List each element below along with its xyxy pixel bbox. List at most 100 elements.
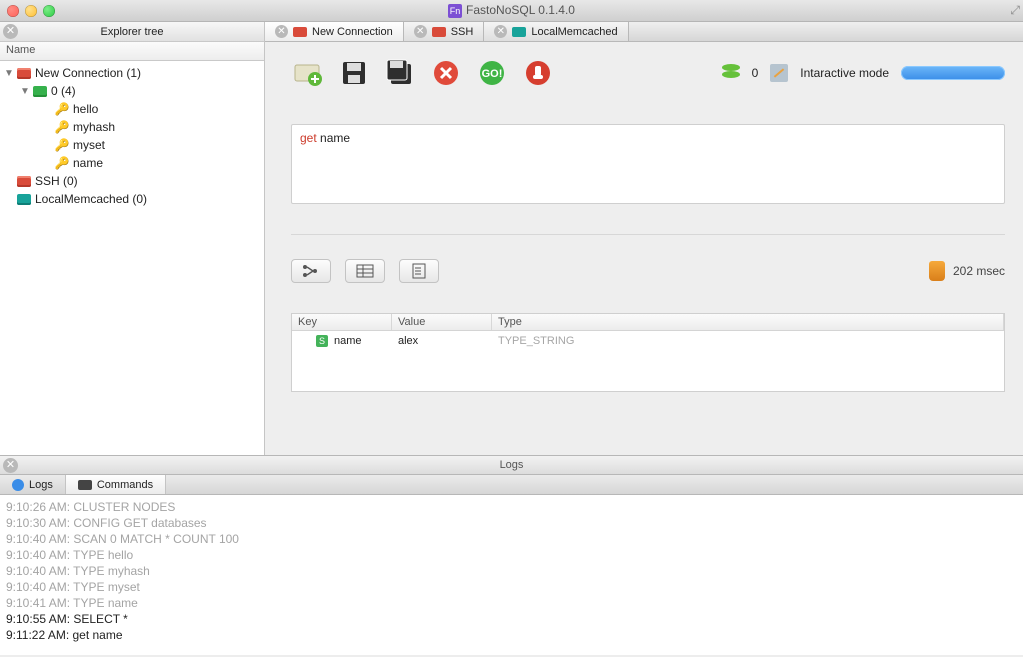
save-all-button[interactable]	[383, 56, 417, 90]
mode-label: Intaractive mode	[800, 66, 889, 80]
tree-label: name	[73, 156, 103, 170]
header-key[interactable]: Key	[292, 314, 392, 330]
log-line[interactable]: 9:10:40 AM: TYPE myhash	[6, 563, 1017, 579]
logs-title: Logs	[500, 459, 524, 471]
log-line[interactable]: 9:11:22 AM: get name	[6, 627, 1017, 643]
open-file-button[interactable]	[291, 56, 325, 90]
cell-value: alex	[392, 334, 492, 348]
record-count: 0	[752, 66, 759, 80]
tab-logs[interactable]: Logs	[0, 475, 66, 494]
tab-label: SSH	[451, 26, 474, 38]
query-argument: name	[320, 131, 350, 145]
logs-header: ✕ Logs	[0, 455, 1023, 475]
database-icon	[722, 64, 740, 82]
key-icon: 🔑	[54, 137, 70, 153]
window-resize-icon: ⤢	[1010, 3, 1020, 18]
disclosure-icon[interactable]: ▼	[4, 68, 14, 79]
tab-close-icon[interactable]: ✕	[275, 25, 288, 38]
header-type[interactable]: Type	[492, 314, 1004, 330]
logs-body[interactable]: 9:10:26 AM: CLUSTER NODES9:10:30 AM: CON…	[0, 495, 1023, 655]
svg-text:GO!: GO!	[482, 68, 503, 80]
tab-label: Commands	[97, 479, 153, 491]
tab-new-connection[interactable]: ✕ New Connection	[265, 22, 404, 41]
stop-button[interactable]	[521, 56, 555, 90]
text-view-button[interactable]	[399, 259, 439, 283]
log-line[interactable]: 9:10:40 AM: SCAN 0 MATCH * COUNT 100	[6, 531, 1017, 547]
tab-close-icon[interactable]: ✕	[494, 25, 507, 38]
explorer-tree: ▼ New Connection (1) ▼ 0 (4) 🔑 hello 🔑 m…	[0, 61, 264, 455]
cell-key: name	[334, 335, 362, 347]
tab-ssh[interactable]: ✕ SSH	[404, 22, 485, 41]
info-icon	[12, 479, 24, 491]
query-toolbar: GO! 0 Intaractive mode	[291, 56, 1005, 90]
execution-time: 202 msec	[953, 264, 1005, 278]
save-button[interactable]	[337, 56, 371, 90]
tree-node-connection[interactable]: LocalMemcached (0)	[0, 190, 264, 208]
window-titlebar: Fn FastoNoSQL 0.1.4.0 ⤢	[0, 0, 1023, 22]
explorer-column-header[interactable]: Name	[0, 42, 264, 61]
query-input[interactable]: get name	[291, 124, 1005, 204]
redis-icon	[17, 176, 31, 187]
tree-node-key[interactable]: 🔑 myset	[0, 136, 264, 154]
log-line[interactable]: 9:10:40 AM: TYPE hello	[6, 547, 1017, 563]
cancel-button[interactable]	[429, 56, 463, 90]
table-header: Key Value Type	[292, 314, 1004, 331]
log-line[interactable]: 9:10:41 AM: TYPE name	[6, 595, 1017, 611]
explorer-close-button[interactable]: ✕	[3, 24, 18, 39]
redis-icon	[293, 27, 307, 37]
tree-node-db[interactable]: ▼ 0 (4)	[0, 82, 264, 100]
tree-node-key[interactable]: 🔑 hello	[0, 100, 264, 118]
logs-tabbar: Logs Commands	[0, 475, 1023, 495]
redis-icon	[432, 27, 446, 37]
tab-close-icon[interactable]: ✕	[414, 25, 427, 38]
result-toolbar: 202 msec	[291, 259, 1005, 283]
separator	[291, 234, 1005, 235]
cell-type: TYPE_STRING	[492, 334, 1004, 348]
query-keyword: get	[300, 131, 317, 145]
memcached-icon	[17, 194, 31, 205]
timer-icon	[929, 261, 945, 281]
table-row[interactable]: Sname alex TYPE_STRING	[292, 331, 1004, 351]
tree-node-key[interactable]: 🔑 myhash	[0, 118, 264, 136]
app-icon: Fn	[448, 4, 462, 18]
database-icon	[33, 86, 47, 97]
main-panel: ✕ New Connection ✕ SSH ✕ LocalMemcached	[265, 22, 1023, 455]
header-value[interactable]: Value	[392, 314, 492, 330]
explorer-panel: ✕ Explorer tree Name ▼ New Connection (1…	[0, 22, 265, 455]
key-icon: 🔑	[54, 119, 70, 135]
log-line[interactable]: 9:10:26 AM: CLUSTER NODES	[6, 499, 1017, 515]
string-type-icon: S	[316, 335, 328, 347]
key-icon: 🔑	[54, 155, 70, 171]
tree-node-connection[interactable]: SSH (0)	[0, 172, 264, 190]
terminal-icon	[78, 480, 92, 490]
tree-view-button[interactable]	[291, 259, 331, 283]
tree-node-connection[interactable]: ▼ New Connection (1)	[0, 64, 264, 82]
execute-button[interactable]: GO!	[475, 56, 509, 90]
table-view-button[interactable]	[345, 259, 385, 283]
connection-tabbar: ✕ New Connection ✕ SSH ✕ LocalMemcached	[265, 22, 1023, 42]
window-title: FastoNoSQL 0.1.4.0	[466, 3, 575, 17]
tree-label: SSH (0)	[35, 174, 78, 188]
tab-commands[interactable]: Commands	[66, 475, 166, 494]
disclosure-icon[interactable]: ▼	[20, 86, 30, 97]
explorer-header: ✕ Explorer tree	[0, 22, 264, 42]
tab-label: LocalMemcached	[531, 26, 617, 38]
log-line[interactable]: 9:10:30 AM: CONFIG GET databases	[6, 515, 1017, 531]
tree-label: myhash	[73, 120, 115, 134]
edit-icon	[770, 64, 788, 82]
explorer-title: Explorer tree	[101, 26, 164, 38]
tree-label: hello	[73, 102, 98, 116]
tree-label: 0 (4)	[51, 84, 76, 98]
tree-label: myset	[73, 138, 105, 152]
logs-close-button[interactable]: ✕	[3, 458, 18, 473]
log-line[interactable]: 9:10:55 AM: SELECT *	[6, 611, 1017, 627]
tab-localmemcached[interactable]: ✕ LocalMemcached	[484, 22, 628, 41]
memcached-icon	[512, 27, 526, 37]
redis-icon	[17, 68, 31, 79]
key-icon: 🔑	[54, 101, 70, 117]
tab-label: New Connection	[312, 26, 393, 38]
tree-node-key[interactable]: 🔑 name	[0, 154, 264, 172]
tree-label: LocalMemcached (0)	[35, 192, 147, 206]
log-line[interactable]: 9:10:40 AM: TYPE myset	[6, 579, 1017, 595]
result-table: Key Value Type Sname alex TYPE_STRING	[291, 313, 1005, 392]
